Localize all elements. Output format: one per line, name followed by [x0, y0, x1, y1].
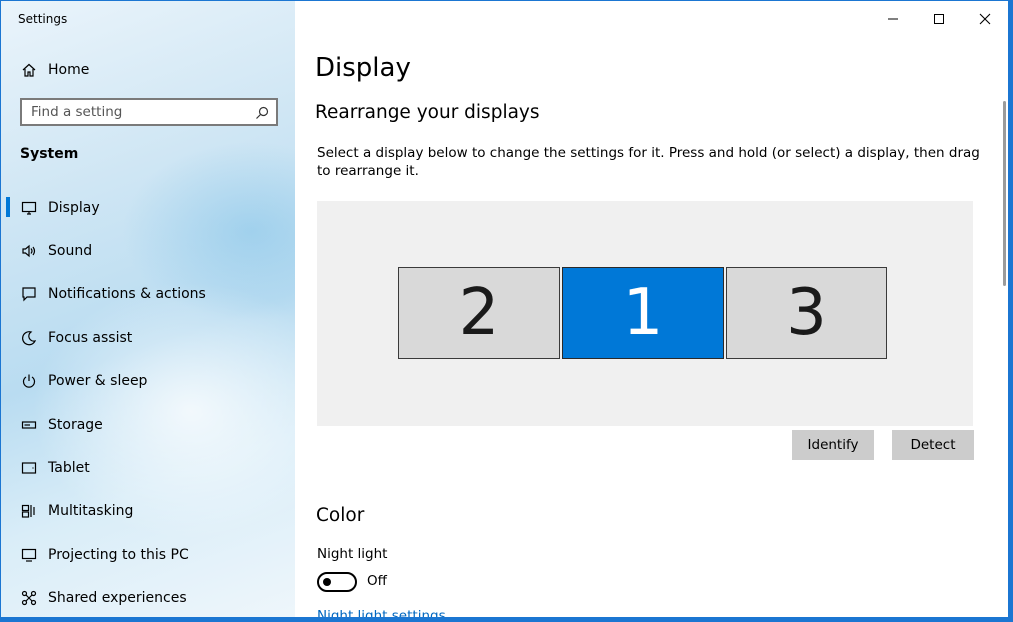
sidebar-item-multitasking[interactable]: Multitasking — [1, 490, 295, 533]
color-heading: Color — [316, 505, 365, 526]
sidebar-item-label: Multitasking — [48, 503, 134, 520]
monitor-1[interactable]: 1 — [562, 267, 724, 359]
home-link[interactable]: Home — [19, 59, 89, 81]
search-icon[interactable] — [255, 105, 269, 124]
sidebar-item-display[interactable]: Display — [1, 186, 295, 229]
search-box[interactable] — [20, 98, 278, 126]
display-icon — [19, 198, 39, 218]
sidebar-item-label: Shared experiences — [48, 590, 187, 607]
sidebar-item-sound[interactable]: Sound — [1, 229, 295, 272]
night-light-settings-link[interactable]: Night light settings — [317, 608, 446, 617]
shared-experiences-icon — [19, 588, 39, 608]
sidebar-item-focus-assist[interactable]: Focus assist — [1, 316, 295, 359]
nav-list: Display Sound Notifications & actions Fo… — [1, 186, 295, 617]
sidebar-item-label: Projecting to this PC — [48, 546, 189, 563]
sidebar-item-storage[interactable]: Storage — [1, 403, 295, 446]
sidebar-item-power-sleep[interactable]: Power & sleep — [1, 360, 295, 403]
detect-button[interactable]: Detect — [892, 430, 974, 460]
tablet-icon — [19, 458, 39, 478]
storage-icon — [19, 415, 39, 435]
section-label-system: System — [20, 146, 79, 162]
power-icon — [19, 371, 39, 391]
settings-window: Settings Home System — [0, 0, 1013, 622]
night-light-state: Off — [367, 573, 387, 589]
multitasking-icon — [19, 501, 39, 521]
maximize-icon — [934, 14, 944, 24]
sidebar-item-label: Storage — [48, 416, 103, 433]
sidebar-item-label: Display — [48, 199, 100, 216]
identify-button[interactable]: Identify — [792, 430, 874, 460]
sidebar-item-notifications[interactable]: Notifications & actions — [1, 273, 295, 316]
monitor-2[interactable]: 2 — [398, 267, 560, 359]
window-controls — [870, 1, 1008, 37]
sidebar-item-label: Power & sleep — [48, 373, 148, 390]
sidebar-item-label: Tablet — [48, 460, 90, 477]
close-icon — [979, 13, 991, 25]
monitor-3[interactable]: 3 — [726, 267, 887, 359]
sidebar: Settings Home System — [1, 1, 295, 617]
night-light-label: Night light — [317, 546, 388, 562]
home-icon — [19, 62, 39, 78]
sidebar-item-label: Notifications & actions — [48, 286, 206, 303]
toggle-knob — [323, 578, 331, 586]
minimize-icon — [888, 18, 898, 20]
search-input[interactable] — [22, 104, 251, 120]
notifications-icon — [19, 284, 39, 304]
close-button[interactable] — [962, 1, 1008, 37]
page-title: Display — [315, 53, 411, 83]
sidebar-item-tablet[interactable]: Tablet — [1, 446, 295, 489]
sound-icon — [19, 241, 39, 261]
minimize-button[interactable] — [870, 1, 916, 37]
rearrange-description: Select a display below to change the set… — [317, 145, 980, 179]
rearrange-heading: Rearrange your displays — [315, 102, 540, 123]
maximize-button[interactable] — [916, 1, 962, 37]
sidebar-item-label: Sound — [48, 243, 93, 260]
display-arrangement-area[interactable]: 2 1 3 — [317, 201, 973, 426]
scrollbar[interactable] — [1003, 101, 1006, 286]
sidebar-item-label: Focus assist — [48, 329, 133, 346]
night-light-toggle[interactable] — [317, 572, 357, 592]
sidebar-item-projecting[interactable]: Projecting to this PC — [1, 533, 295, 576]
focus-assist-icon — [19, 328, 39, 348]
home-label: Home — [48, 62, 90, 78]
main-content: Display Rearrange your displays Select a… — [295, 1, 1008, 617]
window-title: Settings — [18, 12, 68, 26]
sidebar-item-shared-experiences[interactable]: Shared experiences — [1, 577, 295, 617]
projecting-icon — [19, 545, 39, 565]
